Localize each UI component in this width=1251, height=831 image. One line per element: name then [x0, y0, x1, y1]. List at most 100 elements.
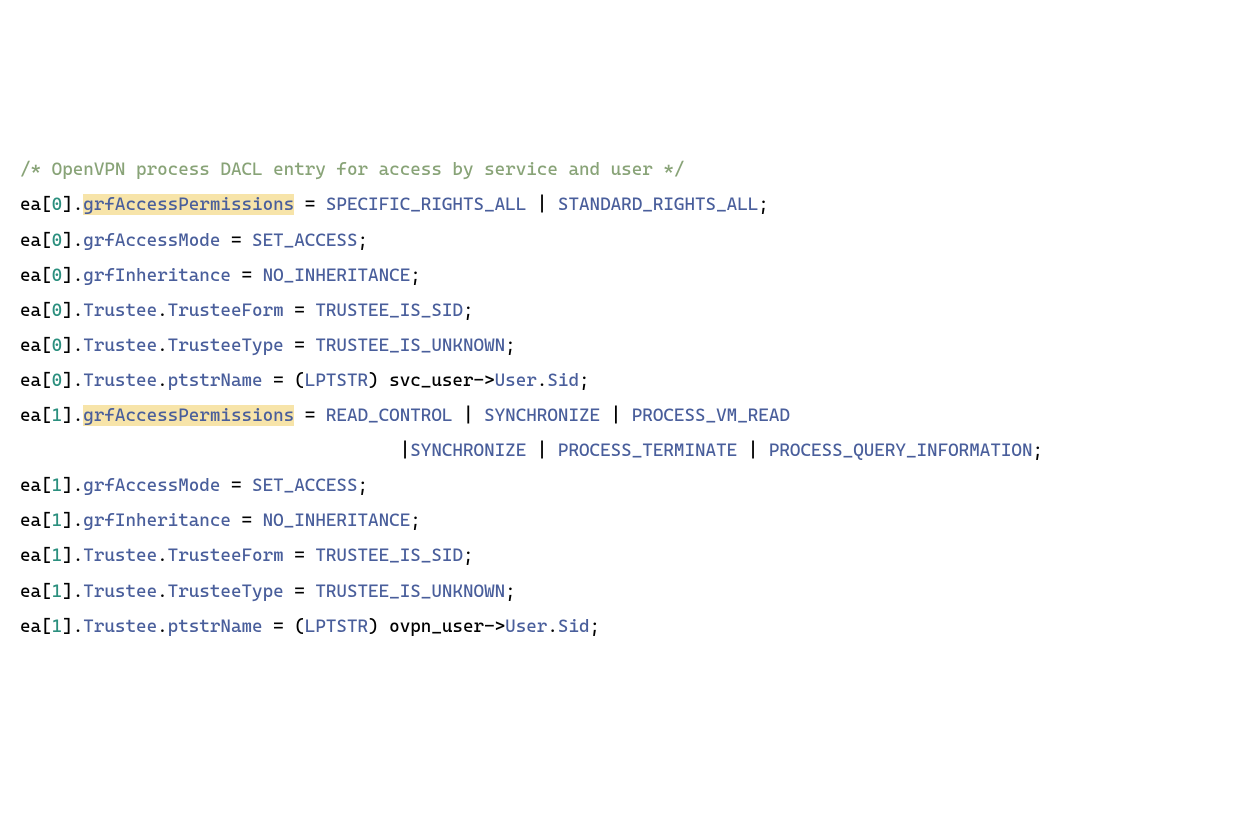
number: 1 — [52, 405, 63, 426]
dot: . — [157, 370, 168, 391]
bracket: [ — [41, 335, 52, 356]
type: LPTSTR — [305, 370, 368, 391]
assign-paren: = ( — [263, 616, 305, 637]
bracket: [ — [41, 405, 52, 426]
semicolon: ; — [358, 230, 369, 251]
code-line: /* OpenVPN process DACL entry for access… — [20, 159, 684, 180]
constant: READ_CONTROL — [326, 405, 453, 426]
constant: PROCESS_QUERY_INFORMATION — [769, 440, 1033, 461]
dot: . — [157, 300, 168, 321]
token: ea — [20, 230, 41, 251]
semicolon: ; — [505, 335, 516, 356]
constant: NO_INHERITANCE — [263, 510, 411, 531]
bracket-dot: ]. — [62, 370, 83, 391]
token: ea — [20, 370, 41, 391]
highlighted-identifier: grfAccessPermissions — [83, 194, 294, 215]
semicolon: ; — [410, 510, 421, 531]
number: 0 — [52, 265, 63, 286]
bracket: [ — [41, 230, 52, 251]
bracket-dot: ]. — [62, 300, 83, 321]
bracket: [ — [41, 581, 52, 602]
bracket-dot: ]. — [62, 230, 83, 251]
assign: = — [231, 265, 263, 286]
semicolon: ; — [358, 475, 369, 496]
constant: SET_ACCESS — [252, 475, 357, 496]
semicolon: ; — [463, 300, 474, 321]
bracket: [ — [41, 265, 52, 286]
assign: = — [231, 510, 263, 531]
identifier: Trustee — [83, 370, 157, 391]
code-line: ea[0].Trustee.TrusteeForm = TRUSTEE_IS_S… — [20, 300, 474, 321]
pipe: | — [526, 440, 558, 461]
dot: . — [157, 335, 168, 356]
bracket: [ — [41, 545, 52, 566]
token: ) svc_user-> — [368, 370, 495, 391]
constant: PROCESS_VM_READ — [632, 405, 790, 426]
semicolon: ; — [590, 616, 601, 637]
bracket-dot: ]. — [62, 265, 83, 286]
constant: SYNCHRONIZE — [484, 405, 600, 426]
semicolon: ; — [410, 265, 421, 286]
identifier: grfAccessMode — [83, 475, 220, 496]
identifier: Sid — [547, 370, 579, 391]
semicolon: ; — [758, 194, 769, 215]
token: ea — [20, 475, 41, 496]
bracket: [ — [41, 510, 52, 531]
bracket: [ — [41, 300, 52, 321]
token: ea — [20, 616, 41, 637]
identifier: Sid — [558, 616, 590, 637]
number: 1 — [52, 616, 63, 637]
constant: TRUSTEE_IS_UNKNOWN — [315, 581, 505, 602]
bracket: [ — [41, 475, 52, 496]
code-line: ea[1].grfAccessMode = SET_ACCESS; — [20, 475, 368, 496]
assign: = — [284, 545, 316, 566]
comment-text: /* OpenVPN process DACL entry for access… — [20, 159, 684, 180]
identifier: grfAccessMode — [83, 230, 220, 251]
identifier: Trustee — [83, 581, 157, 602]
code-block: /* OpenVPN process DACL entry for access… — [20, 152, 1231, 643]
dot: . — [547, 616, 558, 637]
identifier: Trustee — [83, 335, 157, 356]
constant: TRUSTEE_IS_SID — [315, 300, 463, 321]
bracket-dot: ]. — [62, 581, 83, 602]
bracket-dot: ]. — [62, 405, 83, 426]
token: ea — [20, 335, 41, 356]
identifier: Trustee — [83, 300, 157, 321]
code-line: ea[0].grfInheritance = NO_INHERITANCE; — [20, 265, 421, 286]
bracket-dot: ]. — [62, 510, 83, 531]
token: ea — [20, 265, 41, 286]
pipe: | — [526, 194, 558, 215]
dot: . — [157, 581, 168, 602]
identifier: Trustee — [83, 616, 157, 637]
continuation-pipe: | — [20, 440, 410, 461]
identifier: grfInheritance — [83, 265, 231, 286]
code-line: ea[0].grfAccessPermissions = SPECIFIC_RI… — [20, 194, 769, 215]
token: ea — [20, 545, 41, 566]
pipe: | — [452, 405, 484, 426]
dot: . — [157, 545, 168, 566]
number: 0 — [52, 370, 63, 391]
assign: = — [284, 581, 316, 602]
constant: TRUSTEE_IS_SID — [315, 545, 463, 566]
number: 1 — [52, 581, 63, 602]
semicolon: ; — [1033, 440, 1044, 461]
constant: SYNCHRONIZE — [410, 440, 526, 461]
constant: SPECIFIC_RIGHTS_ALL — [326, 194, 526, 215]
token: ea — [20, 194, 41, 215]
semicolon: ; — [505, 581, 516, 602]
pipe: | — [737, 440, 769, 461]
pipe: | — [600, 405, 632, 426]
assign: = — [220, 475, 252, 496]
identifier: TrusteeForm — [168, 300, 284, 321]
number: 0 — [52, 300, 63, 321]
identifier: Trustee — [83, 545, 157, 566]
code-line: ea[1].Trustee.ptstrName = (LPTSTR) ovpn_… — [20, 616, 600, 637]
assign: = — [220, 230, 252, 251]
number: 0 — [52, 194, 63, 215]
token: ) ovpn_user-> — [368, 616, 505, 637]
identifier: TrusteeType — [168, 581, 284, 602]
identifier: User — [505, 616, 547, 637]
identifier: ptstrName — [168, 616, 263, 637]
constant: PROCESS_TERMINATE — [558, 440, 737, 461]
bracket-dot: ]. — [62, 475, 83, 496]
